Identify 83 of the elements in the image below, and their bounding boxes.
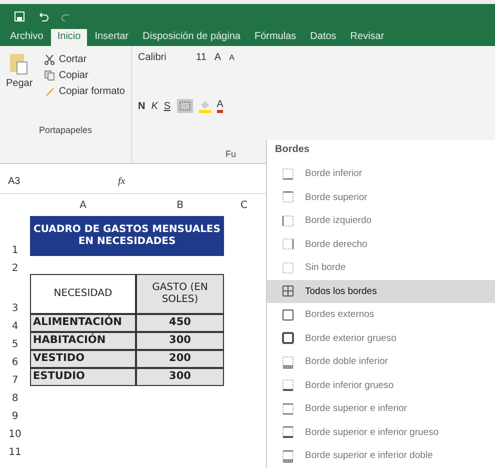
row-number: 11	[8, 446, 22, 458]
row-number: 5	[10, 338, 20, 350]
underline-button[interactable]: S	[164, 99, 171, 113]
menu-title: Bordes	[274, 143, 310, 157]
border-icon	[281, 331, 295, 346]
ribbon-tab[interactable]: Insertar	[88, 29, 135, 46]
menu-item[interactable]: Borde doble inferior	[267, 350, 495, 374]
scissors-icon	[44, 54, 55, 65]
name-box[interactable]: A3	[8, 176, 108, 187]
clipboard-button[interactable]: Copiar formato	[44, 86, 125, 97]
border-icon	[281, 448, 295, 463]
ribbon-tab[interactable]: Archivo	[4, 29, 50, 46]
menu-item[interactable]: Borde superior e inferior	[267, 397, 495, 420]
brush-icon	[44, 86, 55, 97]
copy-icon	[44, 70, 55, 81]
clipboard-button[interactable]: Copiar	[44, 70, 125, 81]
column-header[interactable]: C	[224, 200, 264, 216]
border-icon	[281, 166, 295, 181]
border-icon	[281, 190, 295, 204]
menu-item[interactable]: Borde superior e inferior grueso	[267, 420, 495, 444]
table-cell: 450	[136, 314, 224, 332]
row-number: 6	[10, 356, 20, 368]
menu-item[interactable]: Borde inferior grueso	[267, 374, 495, 397]
table-cell: 300	[136, 332, 224, 350]
table-cell: 200	[136, 350, 224, 368]
menu-item[interactable]: Borde izquierdo	[267, 209, 495, 232]
table-cell: ALIMENTACIÓN	[30, 314, 136, 332]
font-color-button[interactable]: A	[216, 99, 224, 113]
column-header[interactable]: B	[136, 200, 224, 216]
column-header[interactable]: A	[30, 200, 136, 216]
paste-button[interactable]: Pegar	[6, 78, 33, 89]
undo-icon[interactable]	[37, 10, 49, 22]
border-icon	[281, 237, 295, 252]
row-number: 2	[10, 262, 20, 274]
row-number: 9	[10, 410, 20, 422]
menu-item[interactable]: Borde derecho	[267, 232, 495, 256]
fx-label: fx	[118, 176, 126, 187]
menu-item[interactable]: Todos los bordes	[267, 280, 495, 303]
row-number: 8	[10, 392, 20, 404]
borders-button-icon[interactable]	[176, 99, 193, 113]
table-cell: 300	[136, 368, 224, 386]
border-icon	[281, 378, 295, 392]
ribbon-tab[interactable]: Datos	[304, 29, 342, 46]
italic-button[interactable]: K	[151, 99, 158, 113]
group-label: Fu	[224, 149, 236, 159]
table-cell: HABITACIÓN	[30, 332, 136, 350]
fill-color-icon[interactable]	[198, 99, 211, 113]
border-icon	[281, 308, 295, 322]
ribbon-tab[interactable]: Revisar	[344, 29, 390, 46]
border-icon	[281, 284, 295, 298]
row-number: 3	[10, 302, 20, 314]
clipboard-icon	[9, 52, 30, 76]
row-number: 7	[10, 374, 20, 386]
row-number: 1	[10, 244, 20, 256]
border-icon	[281, 354, 295, 369]
table-cell: NECESIDAD	[30, 274, 136, 314]
grow-font-button[interactable]: A	[214, 52, 222, 63]
ribbon-tab[interactable]: Fórmulas	[248, 29, 302, 46]
shrink-font-button[interactable]: A	[229, 52, 234, 63]
border-icon	[281, 402, 295, 416]
border-icon	[281, 260, 295, 275]
group-label: Portapapeles	[38, 125, 94, 137]
menu-item[interactable]: Borde inferior	[267, 162, 495, 186]
ribbon-tab[interactable]: Inicio	[51, 29, 87, 46]
menu-item[interactable]: Sin borde	[267, 256, 495, 280]
clipboard-button[interactable]: Cortar	[44, 54, 125, 65]
table-cell: VESTIDO	[30, 350, 136, 368]
ribbon-tab[interactable]: Disposición de página	[136, 29, 246, 46]
title-cell: CUADRO DE GASTOS MENSUALES EN NECESIDADES	[30, 216, 224, 256]
menu-item[interactable]: Bordes externos	[267, 303, 495, 326]
row-number: 4	[10, 320, 20, 332]
border-icon	[281, 425, 295, 440]
menu-item[interactable]: Borde superior	[267, 186, 495, 209]
table-cell: ESTUDIO	[30, 368, 136, 386]
border-icon	[281, 214, 295, 228]
save-icon[interactable]	[14, 10, 25, 22]
menu-item[interactable]: Borde superior e inferior doble	[267, 444, 495, 468]
font-size-field[interactable]: 11	[196, 52, 206, 63]
table-cell: GASTO (EN SOLES)	[136, 274, 224, 314]
bold-button[interactable]: N	[138, 99, 146, 113]
row-number: 10	[8, 428, 22, 440]
menu-item[interactable]: Borde exterior grueso	[267, 326, 495, 350]
font-name-field[interactable]: Calibri	[138, 52, 188, 63]
